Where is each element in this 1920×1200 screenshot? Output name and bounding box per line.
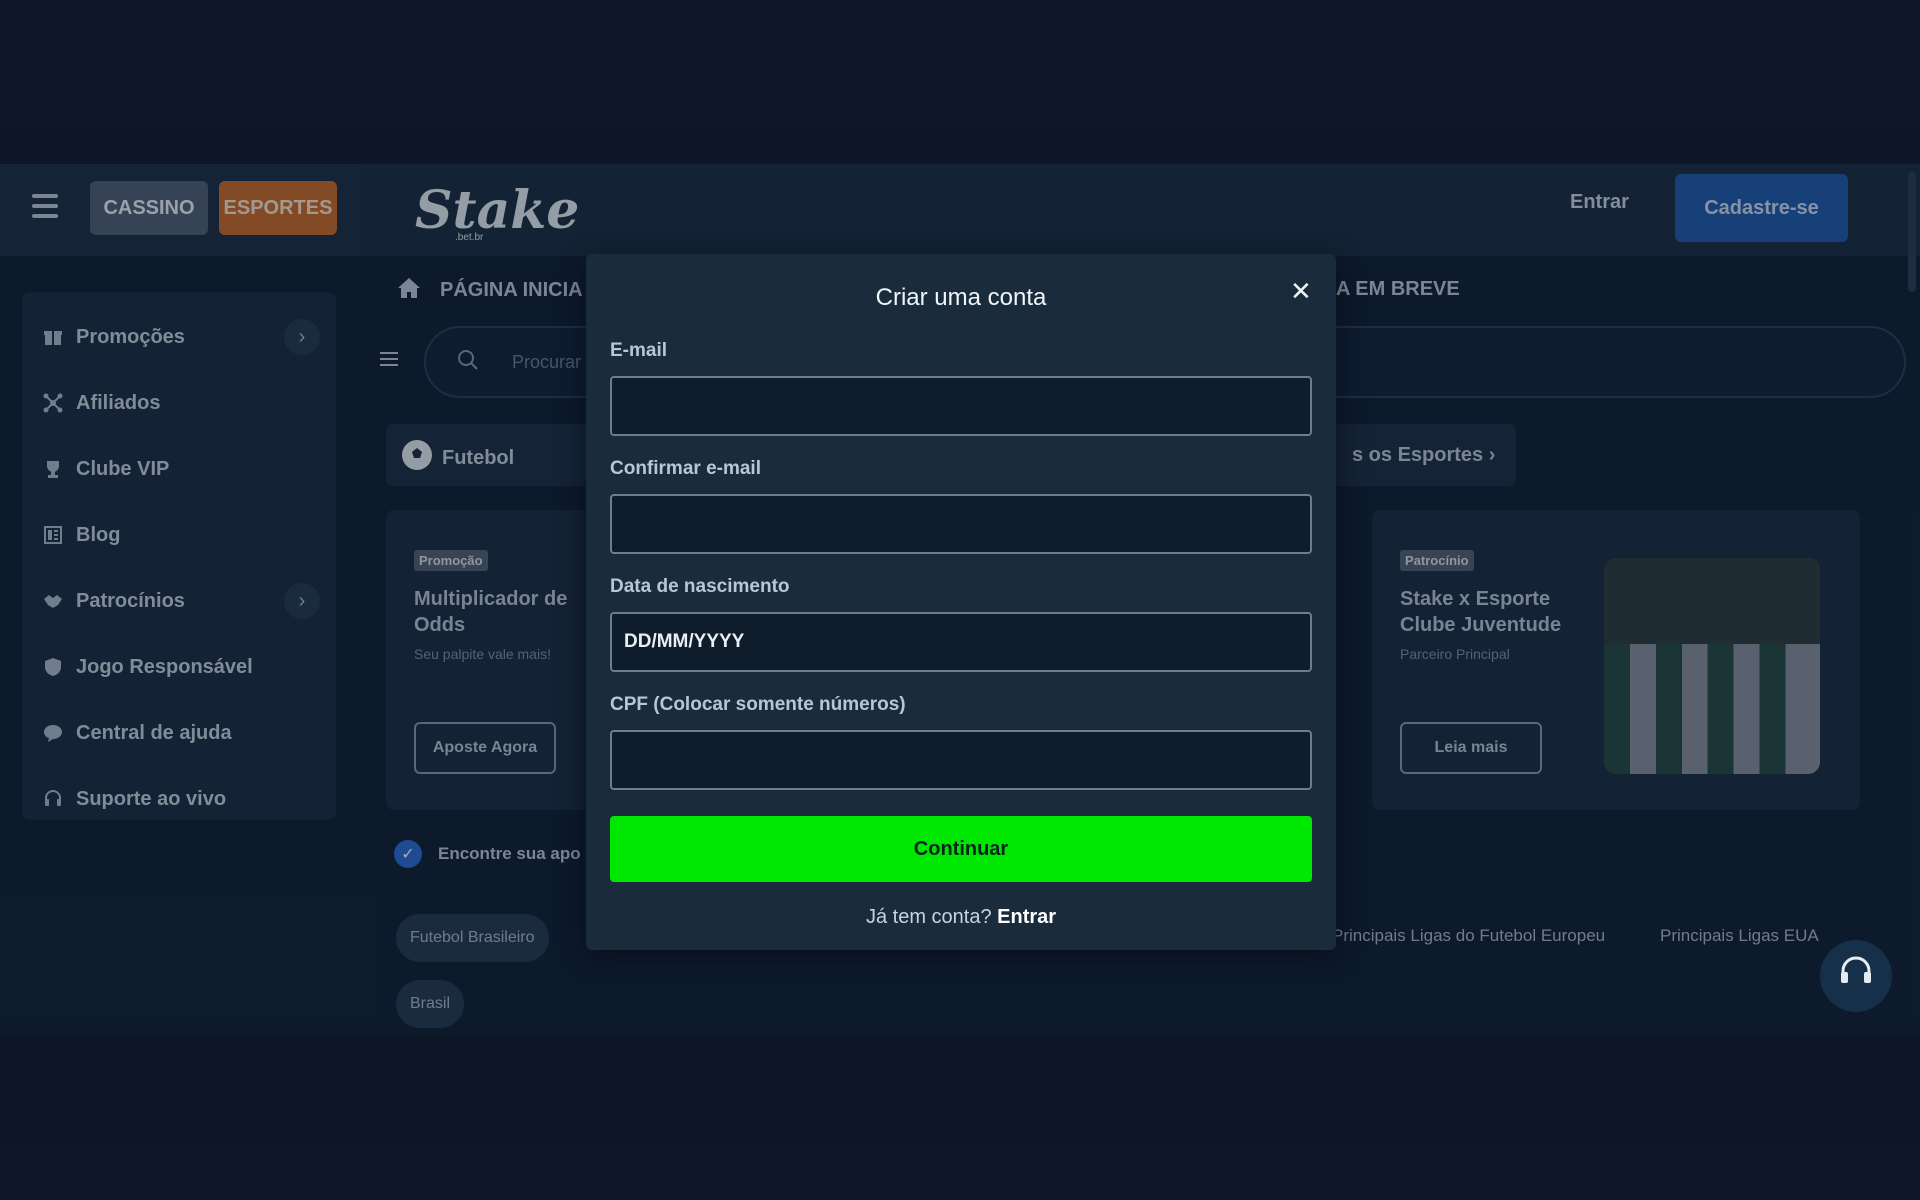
email-label: E-mail [610, 340, 668, 361]
login-prompt: Já tem conta? Entrar [586, 906, 1336, 929]
modal-title: Criar uma conta [875, 284, 1047, 311]
support-chat-button[interactable] [1820, 940, 1892, 1012]
login-prompt-text: Já tem conta? [865, 906, 992, 928]
dob-label: Data de nascimento [610, 576, 790, 597]
register-modal: Criar uma conta ✕ E-mail Confirmar e-mai… [586, 254, 1336, 950]
headset-icon [1837, 953, 1875, 999]
close-icon[interactable]: ✕ [1290, 276, 1312, 307]
login-link[interactable]: Entrar [997, 906, 1056, 928]
dob-field[interactable] [610, 612, 1312, 672]
email-field[interactable] [610, 376, 1312, 436]
cpf-label: CPF (Colocar somente números) [610, 694, 906, 715]
confirm-email-label: Confirmar e-mail [610, 458, 761, 479]
confirm-email-field[interactable] [610, 494, 1312, 554]
continue-button[interactable]: Continuar [610, 816, 1312, 882]
cpf-field[interactable] [610, 730, 1312, 790]
